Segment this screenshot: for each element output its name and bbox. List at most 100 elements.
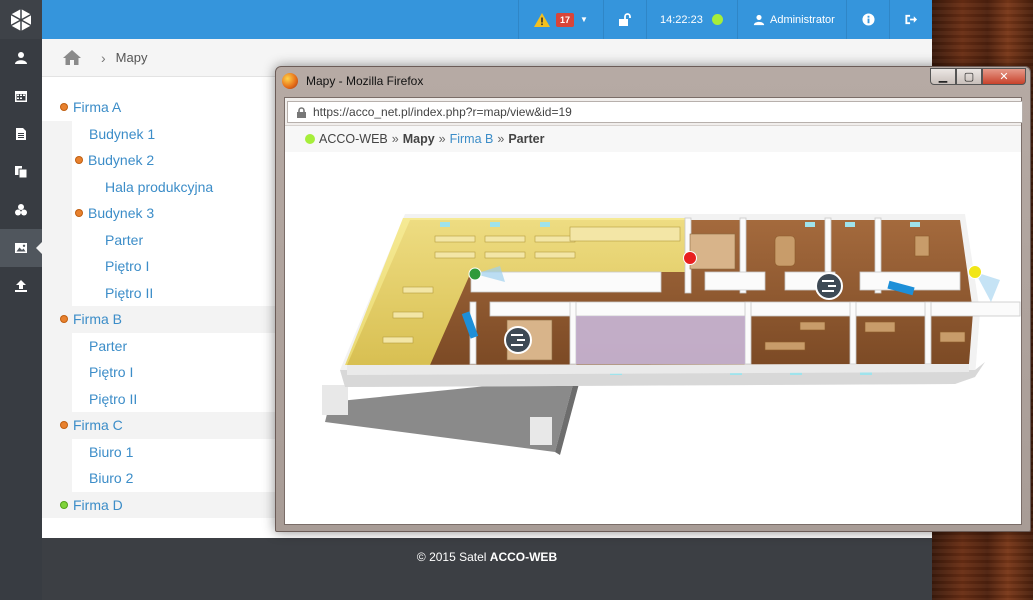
url-field[interactable]: https://acco_net.pl/index.php?r=map/view… bbox=[287, 101, 1023, 123]
firefox-titlebar[interactable]: Mapy - Mozilla Firefox ▁ ▢ ✕ bbox=[276, 67, 1030, 95]
lock-icon bbox=[297, 106, 306, 118]
map-crumb-root[interactable]: ACCO-WEB bbox=[319, 132, 388, 146]
minimize-icon: ▁ bbox=[938, 71, 948, 83]
tree-item-firma-a[interactable]: Firma A bbox=[42, 94, 282, 121]
sidebar-item-documents[interactable] bbox=[0, 115, 42, 153]
tree-item-fb-pietro-1[interactable]: Piętro I bbox=[72, 359, 282, 386]
tree-item-firma-d[interactable]: Firma D bbox=[42, 491, 282, 518]
breadcrumb-separator: » bbox=[391, 132, 399, 146]
tree-label: Hala produkcyjna bbox=[105, 178, 214, 195]
logout-icon bbox=[905, 14, 918, 25]
sidebar-item-maps[interactable] bbox=[0, 229, 43, 267]
firefox-content: https://acco_net.pl/index.php?r=map/view… bbox=[284, 97, 1023, 525]
tree-item-budynek-2[interactable]: Budynek 2 bbox=[72, 147, 282, 174]
chevron-down-icon: ▼ bbox=[580, 15, 588, 24]
tree-item-firma-b[interactable]: Firma B bbox=[42, 306, 282, 333]
firefox-icon bbox=[282, 73, 298, 89]
image-icon bbox=[15, 243, 27, 253]
tree-item-biuro-2[interactable]: Biuro 2 bbox=[72, 465, 282, 492]
logo-icon bbox=[10, 8, 32, 31]
warning-icon bbox=[534, 12, 550, 27]
tree-item-budynek-1[interactable]: Budynek 1 bbox=[72, 121, 282, 148]
map-crumb-company[interactable]: Firma B bbox=[450, 132, 494, 146]
tree-label: Firma B bbox=[73, 311, 122, 328]
window-controls: ▁ ▢ ✕ bbox=[930, 68, 1026, 85]
tree-label: Parter bbox=[89, 337, 128, 354]
lock-button[interactable] bbox=[603, 0, 646, 39]
breadcrumb-separator: » bbox=[438, 132, 446, 146]
tree-group-firma-c: Biuro 1 Biuro 2 bbox=[42, 438, 282, 492]
tree-label: Firma D bbox=[73, 496, 123, 513]
tree-label: Firma A bbox=[73, 99, 122, 116]
tree-label: Budynek 2 bbox=[88, 152, 155, 169]
app-logo[interactable] bbox=[0, 0, 42, 39]
tree-item-fb-parter[interactable]: Parter bbox=[72, 333, 282, 360]
tree-bullet-icon bbox=[76, 210, 82, 217]
tree-item-budynek-3[interactable]: Budynek 3 bbox=[72, 200, 282, 227]
tree-label: Piętro II bbox=[105, 284, 154, 301]
tree-bullet-icon bbox=[61, 104, 67, 111]
user-menu[interactable]: Administrator bbox=[737, 0, 846, 39]
breadcrumb-separator: » bbox=[497, 132, 505, 146]
sidebar-item-users[interactable] bbox=[0, 39, 42, 77]
sensor-red-icon bbox=[683, 251, 697, 265]
home-icon[interactable] bbox=[63, 50, 81, 65]
tree-item-biuro-1[interactable]: Biuro 1 bbox=[72, 439, 282, 466]
tree-label: Piętro I bbox=[89, 364, 134, 381]
tree-item-b3-pietro-2[interactable]: Piętro II bbox=[72, 280, 282, 307]
user-icon bbox=[15, 52, 27, 64]
maximize-button[interactable]: ▢ bbox=[956, 68, 982, 85]
tree-item-b3-parter[interactable]: Parter bbox=[72, 227, 282, 254]
door-exit-icon[interactable] bbox=[504, 326, 532, 354]
footer-brand: ACCO-WEB bbox=[489, 550, 558, 564]
sidebar-item-groups[interactable] bbox=[0, 191, 42, 229]
tree-item-firma-c[interactable]: Firma C bbox=[42, 412, 282, 439]
tree-label: Budynek 1 bbox=[89, 125, 156, 142]
sidebar-item-copies[interactable] bbox=[0, 153, 42, 191]
map-crumb-floor: Parter bbox=[508, 132, 545, 146]
zone-purple bbox=[576, 316, 745, 364]
close-icon: ✕ bbox=[999, 71, 1009, 83]
footer-copyright: © 2015 Satel bbox=[416, 550, 490, 564]
tree-label: Piętro II bbox=[89, 390, 138, 407]
logout-button[interactable] bbox=[889, 0, 932, 39]
close-button[interactable]: ✕ bbox=[982, 68, 1026, 85]
tree-label: Biuro 1 bbox=[89, 443, 134, 460]
upload-icon bbox=[15, 280, 27, 292]
door-exit-icon[interactable] bbox=[815, 272, 843, 300]
tree-label: Piętro I bbox=[105, 258, 150, 275]
tree-item-hala-produkcyjna[interactable]: Hala produkcyjna bbox=[72, 174, 282, 201]
topbar: 17 ▼ 14:22:23 Administrator bbox=[42, 0, 932, 39]
tree-item-b3-pietro-1[interactable]: Piętro I bbox=[72, 253, 282, 280]
tree-group-firma-a: Budynek 1 Budynek 2 Hala produkcyjna Bud… bbox=[42, 120, 282, 307]
tree-bullet-icon bbox=[61, 316, 67, 323]
tree-label: Budynek 3 bbox=[88, 205, 155, 222]
unlock-icon bbox=[619, 12, 631, 26]
calendar-icon bbox=[15, 91, 27, 102]
map-breadcrumb: ACCO-WEB » Mapy » Firma B » Parter bbox=[285, 126, 1021, 152]
alerts-button[interactable]: 17 ▼ bbox=[518, 0, 603, 39]
user-icon bbox=[753, 14, 765, 25]
status-indicator bbox=[711, 14, 723, 25]
sidebar-item-upload[interactable] bbox=[0, 267, 42, 305]
tree-group-firma-b: Parter Piętro I Piętro II bbox=[42, 332, 282, 413]
group-icon bbox=[15, 204, 27, 216]
tree-item-fb-pietro-2[interactable]: Piętro II bbox=[72, 386, 282, 413]
info-button[interactable] bbox=[846, 0, 889, 39]
tree-label: Parter bbox=[105, 231, 144, 248]
sidebar bbox=[0, 0, 43, 600]
sidebar-item-calendar[interactable] bbox=[0, 77, 42, 115]
info-icon bbox=[861, 13, 875, 26]
url-bar: https://acco_net.pl/index.php?r=map/view… bbox=[285, 98, 1023, 126]
floor-map-view bbox=[285, 152, 1021, 524]
breadcrumb-separator: › bbox=[101, 49, 106, 66]
minimize-button[interactable]: ▁ bbox=[930, 68, 956, 85]
breadcrumb-current: Mapy bbox=[115, 50, 148, 65]
alert-count-badge: 17 bbox=[556, 12, 575, 27]
map-crumb-maps[interactable]: Mapy bbox=[403, 132, 435, 146]
tree-bullet-icon bbox=[61, 422, 67, 429]
location-tree: Firma A Budynek 1 Budynek 2 Hala produkc… bbox=[42, 94, 282, 518]
tree-label: Biuro 2 bbox=[89, 470, 134, 487]
url-text: https://acco_net.pl/index.php?r=map/view… bbox=[313, 105, 572, 119]
status-dot-icon bbox=[305, 134, 315, 144]
